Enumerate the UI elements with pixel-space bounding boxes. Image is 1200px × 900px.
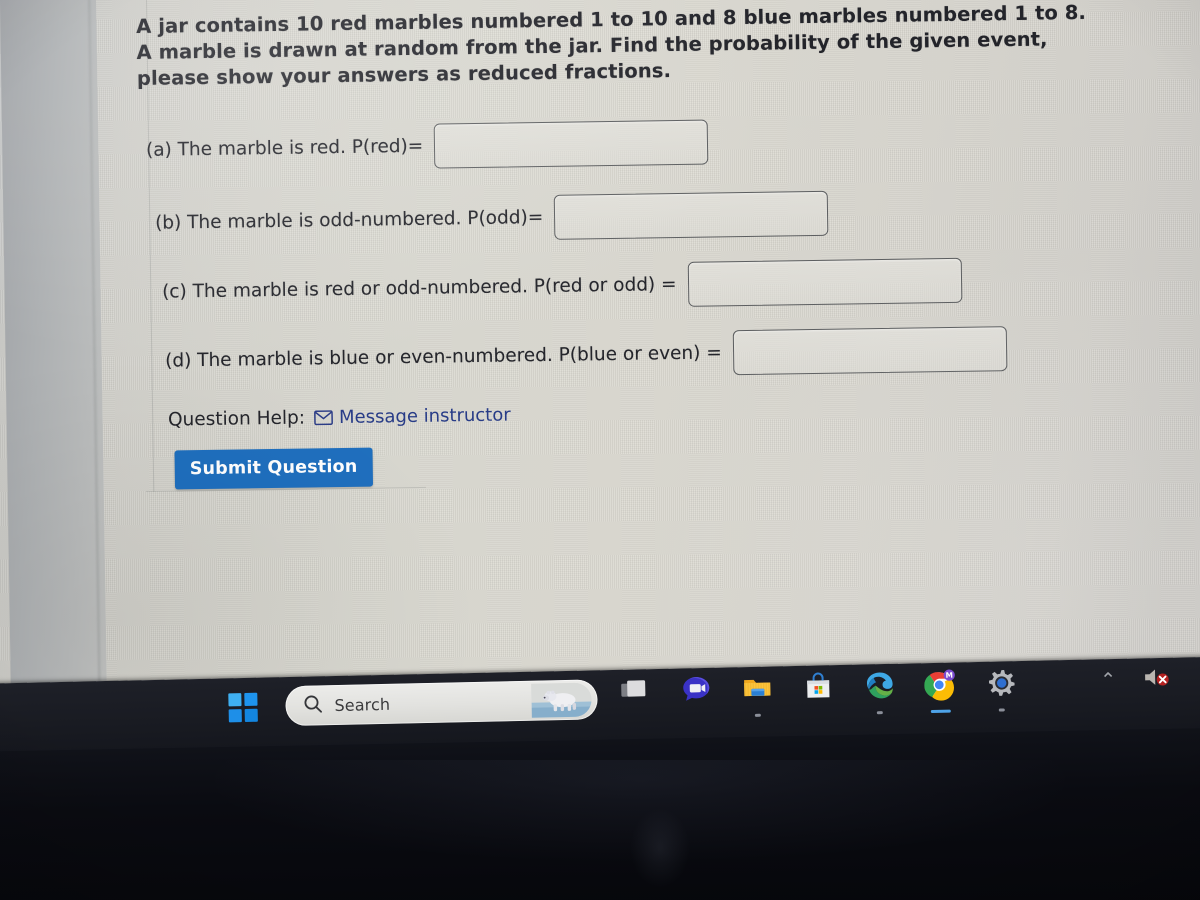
system-tray: ⌃ [1100, 666, 1170, 694]
chat-teams-icon[interactable] [676, 674, 717, 721]
search-placeholder-text: Search [334, 694, 391, 715]
answer-input-b[interactable] [553, 190, 829, 240]
question-help-label: Question Help: [167, 407, 306, 431]
windows-start-icon[interactable] [228, 692, 259, 724]
settings-gear-icon[interactable] [981, 667, 1022, 714]
taskbar-search-box[interactable]: Search [285, 679, 598, 727]
message-instructor-label: Message instructor [338, 404, 511, 429]
submit-question-button[interactable]: Submit Question [174, 447, 373, 490]
question-content: A jar contains 10 red marbles numbered 1… [136, 0, 1153, 490]
answer-input-d[interactable] [732, 326, 1008, 376]
chrome-mail-badge: M [943, 669, 955, 681]
question-part-d: (d) The marble is blue or even-numbered.… [165, 324, 1152, 384]
task-view-icon[interactable] [615, 675, 656, 722]
laptop-screen-photo: A jar contains 10 red marbles numbered 1… [0, 0, 1200, 900]
file-explorer-running-indicator [754, 713, 761, 717]
polar-bear-image [531, 682, 592, 718]
chrome-icon[interactable]: M [920, 668, 961, 715]
speaker-muted-icon[interactable] [1142, 666, 1171, 693]
answer-input-c[interactable] [687, 257, 962, 307]
laptop-lower-deck [0, 727, 1200, 900]
question-prompt: A jar contains 10 red marbles numbered 1… [136, 0, 1087, 90]
settings-running-indicator [998, 708, 1005, 712]
question-part-b: (b) The marble is odd-numbered. P(odd)= [155, 186, 1150, 246]
edge-running-indicator [876, 711, 883, 715]
part-c-label: (c) The marble is red or odd-numbered. P… [161, 274, 677, 303]
edge-icon[interactable] [859, 670, 900, 717]
question-part-c: (c) The marble is red or odd-numbered. P… [162, 255, 1151, 315]
svg-text:M: M [945, 671, 953, 680]
chevron-up-icon[interactable]: ⌃ [1100, 668, 1116, 690]
search-icon [303, 694, 322, 717]
microsoft-store-icon[interactable] [798, 671, 839, 718]
part-a-label: (a) The marble is red. P(red)= [145, 135, 424, 161]
file-explorer-icon[interactable] [737, 672, 778, 719]
envelope-icon [314, 410, 333, 426]
chrome-active-indicator [930, 709, 951, 714]
part-b-label: (b) The marble is odd-numbered. P(odd)= [154, 206, 544, 234]
answer-input-a[interactable] [433, 119, 709, 169]
taskbar-app-icons: M [615, 667, 1022, 722]
question-help-row: Question Help: Message instructor [167, 395, 1152, 431]
part-d-label: (d) The marble is blue or even-numbered.… [164, 342, 722, 372]
message-instructor-link[interactable]: Message instructor [314, 404, 511, 428]
question-part-a: (a) The marble is red. P(red)= [146, 113, 1149, 173]
